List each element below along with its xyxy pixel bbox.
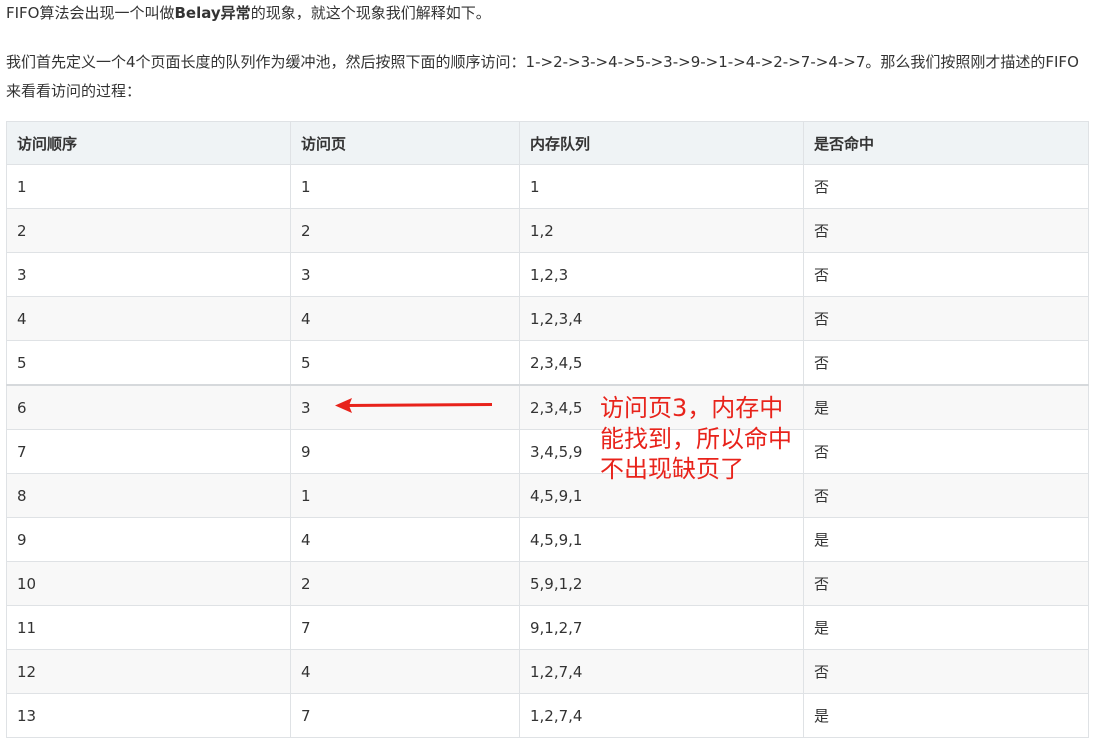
cell-hit: 否: [803, 252, 1089, 297]
table-row: 13 7 1,2,7,4 是: [6, 693, 1089, 738]
table-row: 12 4 1,2,7,4 否: [6, 649, 1089, 694]
cell-access-page: 7: [290, 693, 520, 738]
cell-hit: 否: [803, 208, 1089, 253]
header-hit: 是否命中: [803, 121, 1089, 165]
table-row: 5 5 2,3,4,5 否: [6, 340, 1089, 386]
table-row: 6 3 2,3,4,5 是: [6, 384, 1089, 430]
cell-access-order: 8: [6, 473, 291, 518]
table-row: 7 9 3,4,5,9 否: [6, 429, 1089, 474]
header-memory-queue: 内存队列: [519, 121, 804, 165]
annotation-text: 访问页3，内存中 能找到，所以命中 不出现缺页了: [600, 393, 792, 485]
cell-memory-queue: 9,1,2,7: [519, 605, 804, 650]
cell-access-order: 9: [6, 517, 291, 562]
cell-hit: 否: [803, 340, 1089, 386]
cell-access-page: 1: [290, 164, 520, 209]
table-row: 111否: [6, 164, 1089, 209]
cell-access-order: 6: [6, 384, 291, 430]
cell-access-page: 3: [290, 384, 520, 430]
cell-hit: 否: [803, 429, 1089, 474]
cell-hit: 否: [803, 473, 1089, 518]
intro-bold-term: Belay异常: [174, 4, 251, 22]
cell-access-order: 1: [6, 164, 291, 209]
cell-hit: 否: [803, 296, 1089, 341]
cell-memory-queue: 1,2,3: [519, 252, 804, 297]
cell-access-order: 3: [6, 252, 291, 297]
annotation-line: 能找到，所以命中: [600, 424, 792, 453]
cell-memory-queue: 1: [519, 164, 804, 209]
cell-access-order: 13: [6, 693, 291, 738]
description-paragraph: 我们首先定义一个4个页面长度的队列作为缓冲池，然后按照下面的顺序访问：1->2-…: [6, 53, 1079, 100]
table-row: 2 2 1,2 否: [6, 208, 1089, 253]
cell-hit: 是: [803, 693, 1089, 738]
cell-access-order: 10: [6, 561, 291, 606]
cell-access-page: 9: [290, 429, 520, 474]
cell-access-page: 2: [290, 208, 520, 253]
cell-hit: 是: [803, 384, 1089, 430]
intro-prefix: FIFO算法会出现一个叫做: [6, 4, 175, 22]
cell-access-order: 5: [6, 340, 291, 386]
table-row: 8 1 4,5,9,1 否: [6, 473, 1089, 518]
table-row: 9 4 4,5,9,1 是: [6, 517, 1089, 562]
cell-access-page: 7: [290, 605, 520, 650]
cell-access-page: 3: [290, 252, 520, 297]
cell-access-order: 7: [6, 429, 291, 474]
cell-access-page: 5: [290, 340, 520, 386]
cell-access-page: 4: [290, 296, 520, 341]
cell-access-page: 1: [290, 473, 520, 518]
cell-access-order: 11: [6, 605, 291, 650]
cell-access-order: 12: [6, 649, 291, 694]
header-access-order: 访问顺序: [6, 121, 291, 165]
cell-memory-queue: 4,5,9,1: [519, 517, 804, 562]
intro-suffix: 的现象，就这个现象我们解释如下。: [250, 4, 491, 22]
cell-memory-queue: 5,9,1,2: [519, 561, 804, 606]
cell-access-order: 2: [6, 208, 291, 253]
cell-memory-queue: 1,2,7,4: [519, 693, 804, 738]
fifo-table: 访问顺序 访问页 内存队列 是否命中 1 1 1 否 2 2 1,2 否 3 3 1,2,3 否 4 4 1…: [6, 121, 1089, 738]
cell-memory-queue: 1,2: [519, 208, 804, 253]
intro-paragraph: FIFO算法会出现一个叫做Belay异常的现象，就这个现象我们解释如下。: [6, 2, 491, 24]
table-row: 4 4 1,2,3,4 否: [6, 296, 1089, 341]
cell-hit: 是: [803, 517, 1089, 562]
table-row: 11 7 9,1,2,7 是: [6, 605, 1089, 650]
cell-access-order: 4: [6, 296, 291, 341]
cell-memory-queue: 2,3,4,5: [519, 340, 804, 386]
cell-access-page: 4: [290, 517, 520, 562]
annotation-line: 不出现缺页了: [600, 455, 744, 483]
table-header-row: 访问顺序 访问页 内存队列 是否命中: [6, 121, 1089, 165]
cell-access-page: 2: [290, 561, 520, 606]
cell-hit: 否: [803, 649, 1089, 694]
header-access-page: 访问页: [290, 121, 520, 165]
annotation-line: 访问页3，内存中: [600, 394, 784, 422]
table-row: 3 3 1,2,3 否: [6, 252, 1089, 297]
cell-hit: 否: [803, 561, 1089, 606]
cell-memory-queue: 1,2,3,4: [519, 296, 804, 341]
cell-hit: 否: [803, 164, 1089, 209]
cell-access-page: 4: [290, 649, 520, 694]
table-body: 1 1 1 否 2 2 1,2 否 3 3 1,2,3 否 4 4 1,2,3,4 否 5 5 2,3,4,5 否 6 3…: [6, 164, 1089, 738]
cell-memory-queue: 1,2,7,4: [519, 649, 804, 694]
table-row: 10 2 5,9,1,2 否: [6, 561, 1089, 606]
cell-hit: 是: [803, 605, 1089, 650]
